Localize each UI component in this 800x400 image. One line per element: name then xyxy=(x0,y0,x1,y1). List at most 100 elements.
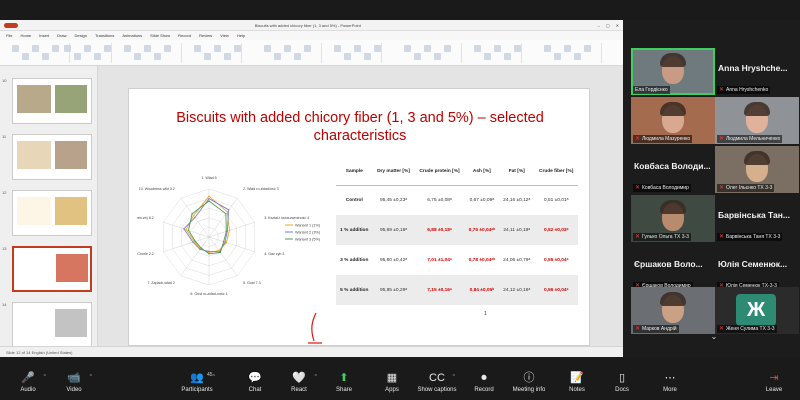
slide-thumbnail[interactable] xyxy=(12,302,92,346)
chevron-up-icon[interactable]: ^ xyxy=(90,374,92,380)
ribbon-button-icon[interactable] xyxy=(574,53,581,60)
participant-tile[interactable]: ✕ Людмила Мазуренко xyxy=(631,97,715,144)
ribbon-button-icon[interactable] xyxy=(364,53,371,60)
apps-button[interactable]: ▦ Apps xyxy=(370,370,414,395)
ribbon-button-icon[interactable] xyxy=(344,53,351,60)
ppt-menu-file[interactable]: File xyxy=(6,33,12,38)
ribbon-button-icon[interactable] xyxy=(304,45,311,52)
slide-thumbnail[interactable] xyxy=(12,78,92,124)
ribbon-button-icon[interactable] xyxy=(414,53,421,60)
ppt-menu-home[interactable]: Home xyxy=(20,33,31,38)
ribbon-button-icon[interactable] xyxy=(74,53,81,60)
ribbon-button-icon[interactable] xyxy=(294,53,301,60)
chat-button[interactable]: 💬 Chat xyxy=(233,370,277,395)
ribbon-button-icon[interactable] xyxy=(434,53,441,60)
ppt-menu-review[interactable]: Review xyxy=(199,33,212,38)
ribbon-button-icon[interactable] xyxy=(554,53,561,60)
participant-tile[interactable]: Ж ✕ Женя Сулима ТХ 3-3 xyxy=(715,287,799,334)
mic-muted-icon: ✕ xyxy=(719,185,725,191)
more-button[interactable]: ⋯ More xyxy=(648,370,692,395)
ppt-menu-transitions[interactable]: Transitions xyxy=(95,33,114,38)
leave-button[interactable]: ⇥ Leave xyxy=(752,370,796,395)
participant-tile[interactable]: Барвінська Тан... ✕ Барвінська Таня ТХ 3-3 xyxy=(715,195,799,242)
ribbon-button-icon[interactable] xyxy=(424,45,431,52)
participant-tile[interactable]: Ела Гордієнко xyxy=(631,48,715,95)
ribbon-button-icon[interactable] xyxy=(494,45,501,52)
ribbon-button-icon[interactable] xyxy=(144,45,151,52)
ribbon-button-icon[interactable] xyxy=(354,45,361,52)
slide-thumbnail[interactable] xyxy=(12,190,92,236)
ribbon-button-icon[interactable] xyxy=(444,45,451,52)
ribbon-button-icon[interactable] xyxy=(284,45,291,52)
ribbon-button-icon[interactable] xyxy=(194,45,201,52)
ribbon-button-icon[interactable] xyxy=(84,45,91,52)
participant-tile[interactable]: Anna Hryshche... ✕ Anna Hryshchenko xyxy=(715,48,799,95)
meeting-info-button[interactable]: ⓘ Meeting info xyxy=(507,370,551,395)
ppt-menu-record[interactable]: Record xyxy=(178,33,191,38)
ribbon-button-icon[interactable] xyxy=(584,45,591,52)
ppt-menu-slide-show[interactable]: Slide Show xyxy=(150,33,170,38)
autosave-toggle[interactable] xyxy=(4,22,18,28)
captions-button[interactable]: CC Show captions ^ xyxy=(415,370,459,395)
ppt-menu-draw[interactable]: Draw xyxy=(57,33,66,38)
ribbon-button-icon[interactable] xyxy=(154,53,161,60)
ribbon-button-icon[interactable] xyxy=(42,53,49,60)
ribbon-button-icon[interactable] xyxy=(104,45,111,52)
participants-button[interactable]: 👥 Participants 45 ^ xyxy=(175,370,219,395)
participant-tile[interactable]: Ковбаса Володи... ✕ Ковбаса Володимир xyxy=(631,146,715,193)
ribbon-button-icon[interactable] xyxy=(234,45,241,52)
ribbon-button-icon[interactable] xyxy=(274,53,281,60)
maximize-icon[interactable]: ▢ xyxy=(606,23,610,28)
chevron-up-icon[interactable]: ^ xyxy=(44,374,46,380)
ribbon-button-icon[interactable] xyxy=(22,53,29,60)
share-button[interactable]: ⬆ Share xyxy=(322,370,366,395)
participant-tile[interactable]: ✕ Олег Ільєнко ТХ 3-3 xyxy=(715,146,799,193)
ribbon-button-icon[interactable] xyxy=(12,45,19,52)
record-button[interactable]: ⏺ Record xyxy=(462,370,506,395)
ppt-menu-design[interactable]: Design xyxy=(74,33,86,38)
close-icon[interactable]: ✕ xyxy=(616,23,619,28)
slide-thumbnail[interactable] xyxy=(12,246,92,292)
ribbon-button-icon[interactable] xyxy=(404,45,411,52)
ribbon-button-icon[interactable] xyxy=(504,53,511,60)
ribbon-button-icon[interactable] xyxy=(544,45,551,52)
ribbon-button-icon[interactable] xyxy=(484,53,491,60)
participant-tile[interactable]: ✕ Людмила Мельниченко xyxy=(715,97,799,144)
ppt-menu-animations[interactable]: Animations xyxy=(122,33,142,38)
notes-button[interactable]: 📝 Notes xyxy=(555,370,599,395)
participant-tile[interactable]: Юлія Семенюк... ✕ Юлія Семенюк ТХ-3-3 xyxy=(715,244,799,291)
ribbon-button-icon[interactable] xyxy=(64,45,71,52)
participant-tile[interactable]: Єршаков Воло... ✕ Єршаков Володимир xyxy=(631,244,715,291)
ribbon-button-icon[interactable] xyxy=(134,53,141,60)
ribbon-button-icon[interactable] xyxy=(514,45,521,52)
ribbon-button-icon[interactable] xyxy=(224,53,231,60)
minimize-icon[interactable]: – xyxy=(598,23,600,28)
video-button[interactable]: 📹 Video ^ xyxy=(52,370,96,395)
gallery-expand-chevron-icon[interactable]: ⌄ xyxy=(706,332,722,344)
slide-thumbnail[interactable] xyxy=(12,134,92,180)
participant-tile[interactable]: ✕ Марков Андрій xyxy=(631,287,715,334)
ribbon-button-icon[interactable] xyxy=(204,53,211,60)
ppt-menu-insert[interactable]: Insert xyxy=(39,33,49,38)
react-button[interactable]: 🤍 React ^ xyxy=(277,370,321,395)
participant-tile[interactable]: ✕ Гулько Ольга ТХ 3-3 xyxy=(631,195,715,242)
chevron-up-icon[interactable]: ^ xyxy=(213,374,215,380)
ribbon-button-icon[interactable] xyxy=(52,45,59,52)
ribbon-button-icon[interactable] xyxy=(564,45,571,52)
ribbon-button-icon[interactable] xyxy=(334,45,341,52)
ppt-menu-view[interactable]: View xyxy=(220,33,229,38)
ribbon-button-icon[interactable] xyxy=(374,45,381,52)
ribbon-button-icon[interactable] xyxy=(124,45,131,52)
radar-spoke xyxy=(208,222,255,238)
audio-button[interactable]: 🎤 Audio ^ xyxy=(6,370,50,395)
ribbon-button-icon[interactable] xyxy=(94,53,101,60)
ribbon-button-icon[interactable] xyxy=(264,45,271,52)
ribbon-button-icon[interactable] xyxy=(164,45,171,52)
chevron-up-icon[interactable]: ^ xyxy=(453,374,455,380)
ribbon-button-icon[interactable] xyxy=(32,45,39,52)
ribbon-button-icon[interactable] xyxy=(214,45,221,52)
ribbon-button-icon[interactable] xyxy=(474,45,481,52)
chevron-up-icon[interactable]: ^ xyxy=(315,374,317,380)
ppt-menu-help[interactable]: Help xyxy=(237,33,245,38)
docs-button[interactable]: ▯ Docs xyxy=(600,370,644,395)
